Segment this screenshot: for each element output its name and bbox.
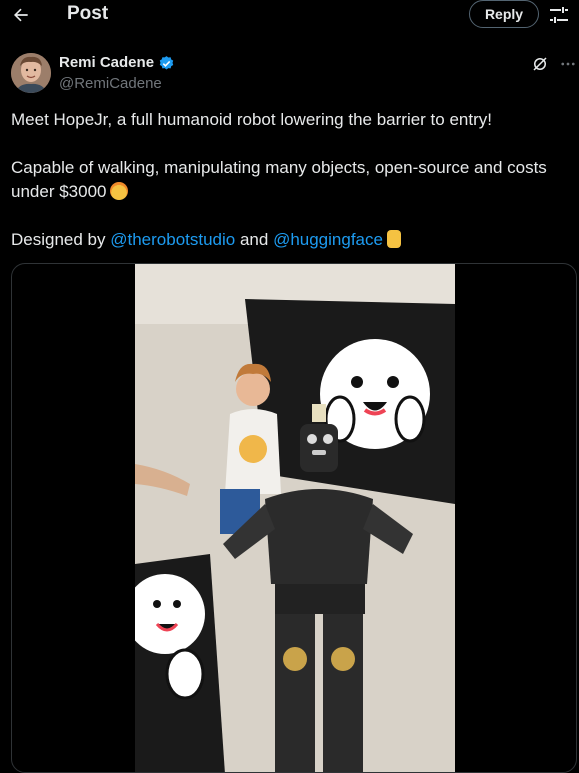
author-name[interactable]: Remi Cadene xyxy=(59,54,154,71)
grok-icon[interactable] xyxy=(531,55,549,73)
reply-button[interactable]: Reply xyxy=(469,0,539,28)
tweet-line-2-text: Capable of walking, manipulating many ob… xyxy=(11,158,547,201)
verified-badge-icon xyxy=(159,56,174,70)
settings-button[interactable] xyxy=(547,3,571,27)
mention-therobotstudio[interactable]: @therobotstudio xyxy=(110,230,235,249)
tweet-text: Meet HopeJr, a full humanoid robot lower… xyxy=(11,108,571,252)
top-bar: Post Reply xyxy=(0,0,579,30)
tweet-line-3: Designed by @therobotstudio and @hugging… xyxy=(11,228,571,252)
more-options-icon[interactable] xyxy=(559,55,577,73)
avatar[interactable] xyxy=(11,53,51,93)
tweet-line-2: Capable of walking, manipulating many ob… xyxy=(11,156,571,204)
page-title: Post xyxy=(67,3,109,24)
author-handle[interactable]: @RemiCadene xyxy=(59,75,162,92)
media-card[interactable] xyxy=(11,263,577,773)
tweet-line-1: Meet HopeJr, a full humanoid robot lower… xyxy=(11,110,492,129)
mention-huggingface[interactable]: @huggingface xyxy=(273,230,383,249)
tweet-line-3-prefix: Designed by xyxy=(11,230,111,249)
arrow-left-icon xyxy=(14,8,28,22)
sliders-icon xyxy=(550,7,568,23)
video-frame-image xyxy=(135,264,455,772)
video-player[interactable] xyxy=(135,264,455,772)
back-button[interactable] xyxy=(8,2,34,28)
tweet-line-3-mid: and xyxy=(235,230,274,249)
pointing-down-emoji xyxy=(386,230,401,248)
exploding-head-emoji xyxy=(110,182,129,200)
